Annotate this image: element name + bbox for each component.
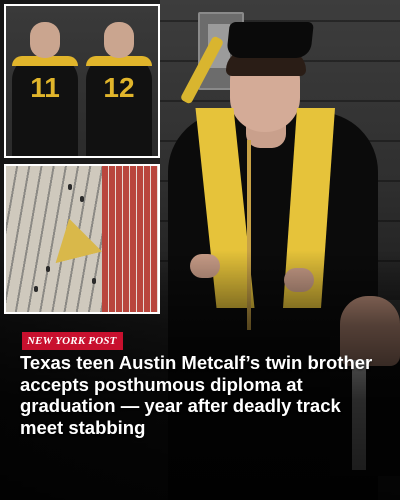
person-figure	[68, 184, 72, 190]
player-head	[30, 22, 60, 58]
player-right: 12	[86, 22, 152, 156]
person-figure	[46, 266, 50, 272]
publisher-logo[interactable]: NEW YORK POST	[22, 332, 123, 350]
player-left: 11	[12, 22, 78, 156]
player-head	[104, 22, 134, 58]
aerial-stadium-photo	[6, 166, 158, 312]
person-figure	[80, 196, 84, 202]
inset-photo-twins[interactable]: 11 12	[4, 4, 160, 158]
news-post-card[interactable]: 11 12 NEW YORK POST Texas teen Austin Me…	[0, 0, 400, 500]
inset-photo-track-meet[interactable]	[4, 164, 160, 314]
headline[interactable]: Texas teen Austin Metcalf’s twin brother…	[20, 352, 388, 438]
graduation-cap	[226, 22, 314, 58]
person-figure	[92, 278, 96, 284]
running-track	[102, 166, 158, 312]
jersey-number: 12	[103, 72, 135, 103]
person-figure	[34, 286, 38, 292]
twins-football-photo: 11 12	[6, 6, 158, 156]
jersey-number: 11	[30, 72, 60, 103]
